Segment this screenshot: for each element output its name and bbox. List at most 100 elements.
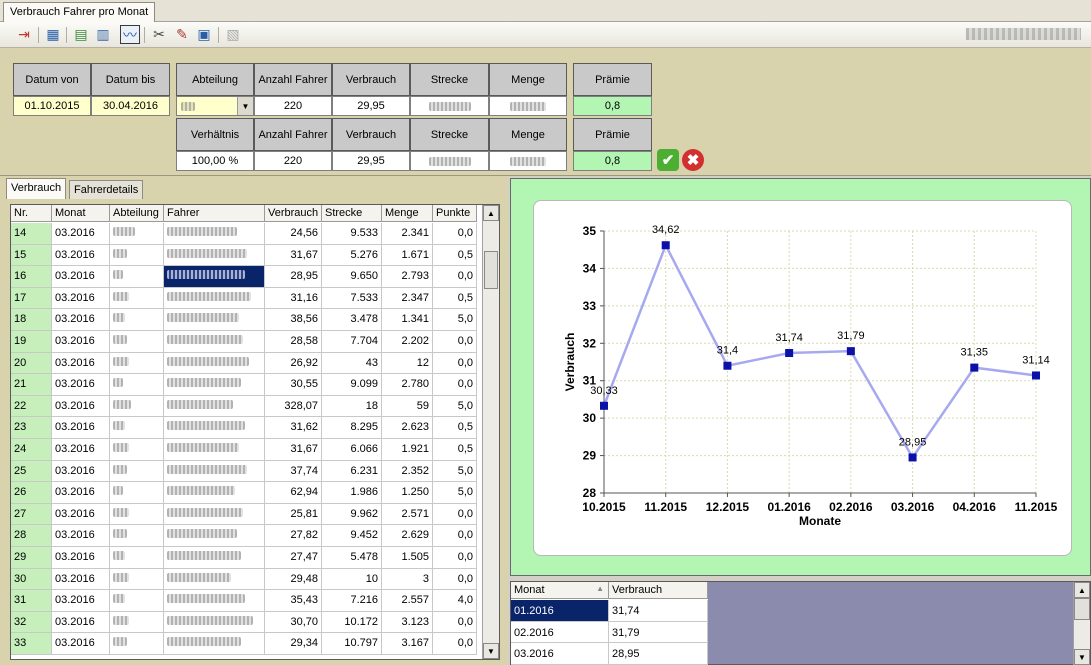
table-row[interactable]: 16 03.2016 28,95 9.650 2.793 0,0 (11, 266, 477, 288)
cell-nr[interactable]: 14 (11, 223, 52, 245)
cell-nr[interactable]: 27 (11, 503, 52, 526)
cell-strecke[interactable]: 5.478 (322, 547, 382, 569)
cell-monat[interactable]: 03.2016 (52, 525, 110, 547)
cell-punkte[interactable]: 0,0 (433, 374, 477, 396)
cell-punkte[interactable]: 0,0 (433, 568, 477, 591)
summary-cell-monat[interactable]: 01.2016 (511, 600, 609, 622)
table-row[interactable]: 25 03.2016 37,74 6.231 2.352 5,0 (11, 460, 477, 483)
cell-nr[interactable]: 26 (11, 482, 52, 504)
table-row[interactable]: 24 03.2016 31,67 6.066 1.921 0,5 (11, 439, 477, 461)
table-row[interactable]: 23 03.2016 31,62 8.295 2.623 0,5 (11, 417, 477, 439)
cell-nr[interactable]: 22 (11, 395, 52, 418)
cell-punkte[interactable]: 5,0 (433, 482, 477, 504)
column-menge[interactable]: Menge (382, 205, 433, 222)
cell-menge[interactable]: 3 (382, 568, 433, 591)
column-fahrer[interactable]: Fahrer (164, 205, 265, 222)
cell-verbrauch[interactable]: 31,16 (265, 287, 322, 310)
cell-fahrer[interactable] (164, 568, 265, 591)
confirm-check-icon[interactable]: ✔ (657, 149, 679, 171)
cell-nr[interactable]: 15 (11, 244, 52, 267)
cell-monat[interactable]: 03.2016 (52, 395, 110, 418)
grid-scrollbar[interactable]: ▲ ▼ (482, 205, 499, 659)
cell-verbrauch[interactable]: 37,74 (265, 460, 322, 483)
cell-menge[interactable]: 1.250 (382, 482, 433, 504)
table-row[interactable]: 32 03.2016 30,70 10.172 3.123 0,0 (11, 611, 477, 634)
scroll-thumb[interactable] (484, 251, 498, 289)
cell-verbrauch[interactable]: 24,56 (265, 223, 322, 245)
cell-strecke[interactable]: 5.276 (322, 244, 382, 267)
cell-strecke[interactable]: 9.533 (322, 223, 382, 245)
table-row[interactable]: 31 03.2016 35,43 7.216 2.557 4,0 (11, 590, 477, 612)
cell-abteilung[interactable] (110, 287, 164, 310)
cell-strecke[interactable]: 18 (322, 395, 382, 418)
calculator-icon[interactable]: ▣ (194, 25, 214, 44)
datum-von-field[interactable]: 01.10.2015 (13, 96, 91, 116)
cell-strecke[interactable]: 9.452 (322, 525, 382, 547)
cell-menge[interactable]: 2.557 (382, 590, 433, 612)
column-verbrauch[interactable]: Verbrauch (609, 582, 708, 599)
cell-menge[interactable]: 2.347 (382, 287, 433, 310)
cell-strecke[interactable]: 10.172 (322, 611, 382, 634)
scroll-up-icon[interactable]: ▲ (1074, 582, 1090, 598)
cell-fahrer[interactable] (164, 352, 265, 375)
cell-monat[interactable]: 03.2016 (52, 460, 110, 483)
cell-nr[interactable]: 24 (11, 439, 52, 461)
scroll-down-icon[interactable]: ▼ (1074, 649, 1090, 665)
tools-icon[interactable]: ✂ (149, 25, 169, 44)
cell-nr[interactable]: 20 (11, 352, 52, 375)
cell-fahrer[interactable] (164, 287, 265, 310)
cell-nr[interactable]: 18 (11, 309, 52, 331)
cell-punkte[interactable]: 0,0 (433, 223, 477, 245)
summary-cell-monat[interactable]: 03.2016 (511, 643, 609, 665)
cell-strecke[interactable]: 10.797 (322, 633, 382, 655)
cell-menge[interactable]: 12 (382, 352, 433, 375)
line-chart-icon[interactable]: 〰 (120, 25, 140, 44)
cell-fahrer[interactable] (164, 547, 265, 569)
summary-row[interactable]: 01.2016 31,74 (511, 600, 708, 622)
cell-nr[interactable]: 32 (11, 611, 52, 634)
cell-verbrauch[interactable]: 31,67 (265, 439, 322, 461)
cell-nr[interactable]: 21 (11, 374, 52, 396)
cell-abteilung[interactable] (110, 633, 164, 655)
print-icon[interactable]: ▧ (223, 25, 243, 44)
cell-menge[interactable]: 1.671 (382, 244, 433, 267)
cell-nr[interactable]: 33 (11, 633, 52, 655)
cell-abteilung[interactable] (110, 460, 164, 483)
cell-monat[interactable]: 03.2016 (52, 309, 110, 331)
summary-row[interactable]: 02.2016 31,79 (511, 621, 708, 643)
cell-punkte[interactable]: 0,0 (433, 611, 477, 634)
cancel-x-icon[interactable]: ✖ (682, 149, 704, 171)
table-row[interactable]: 14 03.2016 24,56 9.533 2.341 0,0 (11, 223, 477, 245)
cell-verbrauch[interactable]: 35,43 (265, 590, 322, 612)
chevron-down-icon[interactable]: ▼ (237, 97, 253, 115)
cell-menge[interactable]: 2.202 (382, 331, 433, 353)
table-row[interactable]: 27 03.2016 25,81 9.962 2.571 0,0 (11, 503, 477, 526)
cell-verbrauch[interactable]: 26,92 (265, 352, 322, 375)
cell-nr[interactable]: 23 (11, 417, 52, 439)
cell-nr[interactable]: 30 (11, 568, 52, 591)
cell-fahrer[interactable] (164, 590, 265, 612)
table-row[interactable]: 17 03.2016 31,16 7.533 2.347 0,5 (11, 287, 477, 310)
cell-strecke[interactable]: 7.704 (322, 331, 382, 353)
cell-menge[interactable]: 3.167 (382, 633, 433, 655)
cell-verbrauch[interactable]: 31,67 (265, 244, 322, 267)
cell-strecke[interactable]: 1.986 (322, 482, 382, 504)
cell-punkte[interactable]: 0,0 (433, 633, 477, 655)
cell-menge[interactable]: 2.629 (382, 525, 433, 547)
cell-menge[interactable]: 2.341 (382, 223, 433, 245)
cell-menge[interactable]: 2.352 (382, 460, 433, 483)
table-row[interactable]: 18 03.2016 38,56 3.478 1.341 5,0 (11, 309, 477, 331)
cell-menge[interactable]: 2.793 (382, 266, 433, 288)
cell-fahrer[interactable] (164, 417, 265, 439)
cell-monat[interactable]: 03.2016 (52, 611, 110, 634)
cell-strecke[interactable]: 10 (322, 568, 382, 591)
cell-fahrer[interactable] (164, 439, 265, 461)
column-nr[interactable]: Nr. (11, 205, 52, 222)
column-verbrauch[interactable]: Verbrauch (265, 205, 322, 222)
cell-abteilung[interactable] (110, 223, 164, 245)
cell-strecke[interactable]: 9.650 (322, 266, 382, 288)
cell-monat[interactable]: 03.2016 (52, 633, 110, 655)
cell-abteilung[interactable] (110, 266, 164, 288)
cell-fahrer[interactable] (164, 460, 265, 483)
cell-monat[interactable]: 03.2016 (52, 568, 110, 591)
